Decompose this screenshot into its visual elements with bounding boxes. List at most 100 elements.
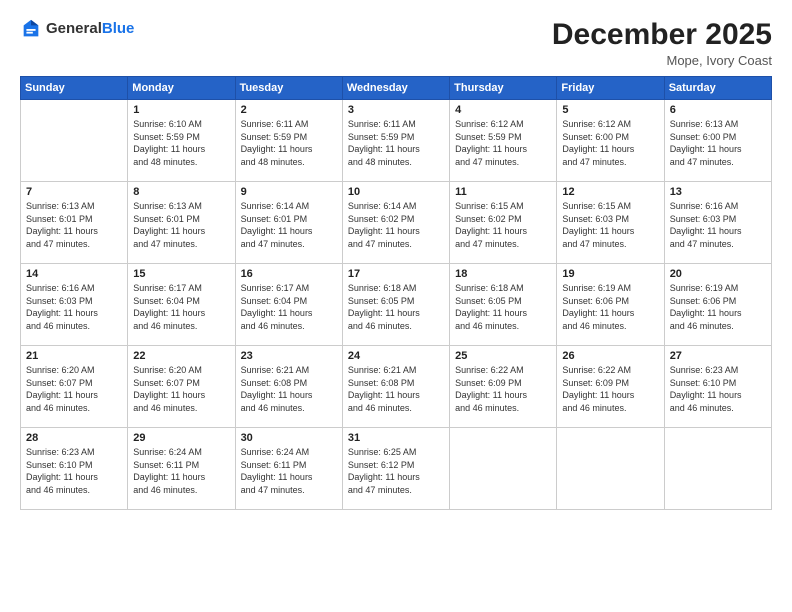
table-row: 15Sunrise: 6:17 AMSunset: 6:04 PMDayligh… (128, 264, 235, 346)
day-info: Sunrise: 6:10 AMSunset: 5:59 PMDaylight:… (133, 118, 229, 168)
table-row: 17 Sunrise: 6:18 AMSunset: 6:05 PMDayligh… (342, 264, 449, 346)
day-number: 7 (26, 186, 122, 198)
calendar-week-row: 21 Sunrise: 6:20 AMSunset: 6:07 PMDayligh… (21, 346, 772, 428)
day-info: Sunrise: 6:15 AMSunset: 6:02 PMDaylight:… (455, 200, 551, 250)
day-number: 10 (348, 186, 444, 198)
day-info: Sunrise: 6:12 AMSunset: 6:00 PMDaylight:… (562, 118, 658, 168)
table-row: 2 Sunrise: 6:11 AMSunset: 5:59 PMDaylight… (235, 100, 342, 182)
day-number: 3 (348, 104, 444, 116)
weekday-header: Sunday (21, 77, 128, 100)
day-number: 19 (562, 268, 658, 280)
table-row: 1 Sunrise: 6:10 AMSunset: 5:59 PMDaylight… (128, 100, 235, 182)
day-number: 9 (241, 186, 337, 198)
day-number: 4 (455, 104, 551, 116)
day-number: 16 (241, 268, 337, 280)
table-row: 11 Sunrise: 6:15 AMSunset: 6:02 PMDayligh… (450, 182, 557, 264)
logo-blue: Blue (102, 21, 135, 38)
calendar: SundayMondayTuesdayWednesdayThursdayFrid… (20, 76, 772, 510)
day-number: 17 (348, 268, 444, 280)
day-info: Sunrise: 6:23 AMSunset: 6:10 PMDaylight:… (670, 364, 766, 414)
location: Mope, Ivory Coast (552, 53, 772, 68)
day-number: 31 (348, 432, 444, 444)
table-row: 28 Sunrise: 6:23 AMSunset: 6:10 PMDayligh… (21, 428, 128, 510)
day-number: 2 (241, 104, 337, 116)
table-row: 18 Sunrise: 6:18 AMSunset: 6:05 PMDayligh… (450, 264, 557, 346)
day-info: Sunrise: 6:17 AMSunset: 6:04 PMDaylight:… (241, 282, 337, 332)
table-row: 13Sunrise: 6:16 AMSunset: 6:03 PMDayligh… (664, 182, 771, 264)
day-info: Sunrise: 6:19 AMSunset: 6:06 PMDaylight:… (562, 282, 658, 332)
calendar-week-row: 1 Sunrise: 6:10 AMSunset: 5:59 PMDaylight… (21, 100, 772, 182)
day-info: Sunrise: 6:12 AMSunset: 5:59 PMDaylight:… (455, 118, 551, 168)
day-info: Sunrise: 6:18 AMSunset: 6:05 PMDaylight:… (455, 282, 551, 332)
day-info: Sunrise: 6:25 AMSunset: 6:12 PMDaylight:… (348, 446, 444, 496)
page: General Blue December 2025 Mope, Ivory C… (0, 0, 792, 612)
day-number: 27 (670, 350, 766, 362)
day-number: 22 (133, 350, 229, 362)
table-row: 8Sunrise: 6:13 AMSunset: 6:01 PMDaylight… (128, 182, 235, 264)
logo: General Blue (20, 18, 134, 40)
calendar-header-row: SundayMondayTuesdayWednesdayThursdayFrid… (21, 77, 772, 100)
day-info: Sunrise: 6:13 AMSunset: 6:00 PMDaylight:… (670, 118, 766, 168)
table-row: 19 Sunrise: 6:19 AMSunset: 6:06 PMDayligh… (557, 264, 664, 346)
day-info: Sunrise: 6:24 AMSunset: 6:11 PMDaylight:… (241, 446, 337, 496)
day-info: Sunrise: 6:13 AMSunset: 6:01 PMDaylight:… (133, 200, 229, 250)
day-info: Sunrise: 6:17 AMSunset: 6:04 PMDaylight:… (133, 282, 229, 332)
day-info: Sunrise: 6:13 AMSunset: 6:01 PMDaylight:… (26, 200, 122, 250)
calendar-week-row: 14Sunrise: 6:16 AMSunset: 6:03 PMDayligh… (21, 264, 772, 346)
day-info: Sunrise: 6:22 AMSunset: 6:09 PMDaylight:… (455, 364, 551, 414)
day-number: 23 (241, 350, 337, 362)
month-title: December 2025 (552, 18, 772, 51)
day-number: 20 (670, 268, 766, 280)
weekday-header: Friday (557, 77, 664, 100)
table-row (450, 428, 557, 510)
day-number: 29 (133, 432, 229, 444)
table-row: 31 Sunrise: 6:25 AMSunset: 6:12 PMDayligh… (342, 428, 449, 510)
table-row: 3 Sunrise: 6:11 AMSunset: 5:59 PMDaylight… (342, 100, 449, 182)
table-row: 29 Sunrise: 6:24 AMSunset: 6:11 PMDayligh… (128, 428, 235, 510)
day-info: Sunrise: 6:11 AMSunset: 5:59 PMDaylight:… (241, 118, 337, 168)
day-number: 14 (26, 268, 122, 280)
day-info: Sunrise: 6:23 AMSunset: 6:10 PMDaylight:… (26, 446, 122, 496)
title-block: December 2025 Mope, Ivory Coast (552, 18, 772, 68)
table-row (557, 428, 664, 510)
day-info: Sunrise: 6:21 AMSunset: 6:08 PMDaylight:… (241, 364, 337, 414)
table-row: 21 Sunrise: 6:20 AMSunset: 6:07 PMDayligh… (21, 346, 128, 428)
day-number: 11 (455, 186, 551, 198)
table-row: 7 Sunrise: 6:13 AMSunset: 6:01 PMDaylight… (21, 182, 128, 264)
day-info: Sunrise: 6:21 AMSunset: 6:08 PMDaylight:… (348, 364, 444, 414)
day-info: Sunrise: 6:24 AMSunset: 6:11 PMDaylight:… (133, 446, 229, 496)
table-row: 14Sunrise: 6:16 AMSunset: 6:03 PMDayligh… (21, 264, 128, 346)
day-number: 12 (562, 186, 658, 198)
day-number: 18 (455, 268, 551, 280)
table-row (21, 100, 128, 182)
weekday-header: Thursday (450, 77, 557, 100)
day-info: Sunrise: 6:20 AMSunset: 6:07 PMDaylight:… (26, 364, 122, 414)
day-info: Sunrise: 6:18 AMSunset: 6:05 PMDaylight:… (348, 282, 444, 332)
day-info: Sunrise: 6:22 AMSunset: 6:09 PMDaylight:… (562, 364, 658, 414)
table-row (664, 428, 771, 510)
day-info: Sunrise: 6:19 AMSunset: 6:06 PMDaylight:… (670, 282, 766, 332)
day-number: 1 (133, 104, 229, 116)
table-row: 20 Sunrise: 6:19 AMSunset: 6:06 PMDayligh… (664, 264, 771, 346)
table-row: 12 Sunrise: 6:15 AMSunset: 6:03 PMDayligh… (557, 182, 664, 264)
day-number: 21 (26, 350, 122, 362)
table-row: 22Sunrise: 6:20 AMSunset: 6:07 PMDayligh… (128, 346, 235, 428)
table-row: 27 Sunrise: 6:23 AMSunset: 6:10 PMDayligh… (664, 346, 771, 428)
day-number: 24 (348, 350, 444, 362)
table-row: 26Sunrise: 6:22 AMSunset: 6:09 PMDayligh… (557, 346, 664, 428)
day-info: Sunrise: 6:15 AMSunset: 6:03 PMDaylight:… (562, 200, 658, 250)
header: General Blue December 2025 Mope, Ivory C… (20, 18, 772, 68)
table-row: 4 Sunrise: 6:12 AMSunset: 5:59 PMDaylight… (450, 100, 557, 182)
day-number: 28 (26, 432, 122, 444)
logo-general: General (46, 21, 102, 38)
day-info: Sunrise: 6:14 AMSunset: 6:02 PMDaylight:… (348, 200, 444, 250)
table-row: 24 Sunrise: 6:21 AMSunset: 6:08 PMDayligh… (342, 346, 449, 428)
day-info: Sunrise: 6:14 AMSunset: 6:01 PMDaylight:… (241, 200, 337, 250)
day-number: 6 (670, 104, 766, 116)
day-info: Sunrise: 6:11 AMSunset: 5:59 PMDaylight:… (348, 118, 444, 168)
table-row: 10 Sunrise: 6:14 AMSunset: 6:02 PMDayligh… (342, 182, 449, 264)
day-number: 25 (455, 350, 551, 362)
weekday-header: Saturday (664, 77, 771, 100)
day-info: Sunrise: 6:16 AMSunset: 6:03 PMDaylight:… (670, 200, 766, 250)
calendar-week-row: 7 Sunrise: 6:13 AMSunset: 6:01 PMDaylight… (21, 182, 772, 264)
